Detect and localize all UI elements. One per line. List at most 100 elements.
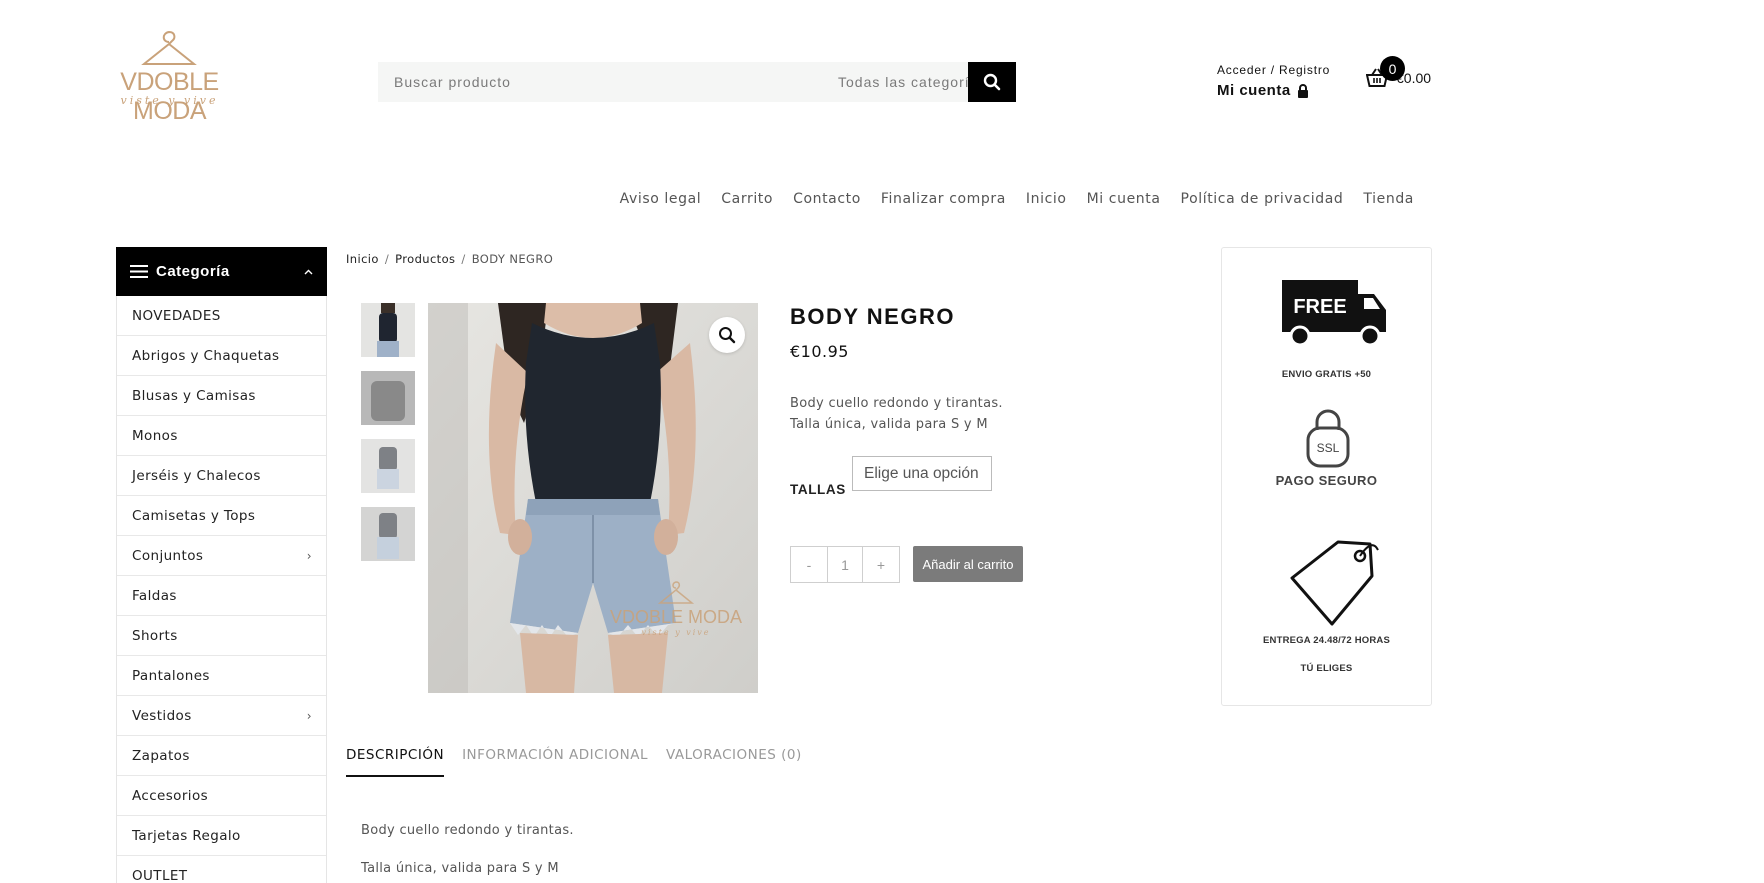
sidebar-item-blusas-y-camisas[interactable]: Blusas y Camisas	[117, 376, 326, 416]
product-photo: VDOBLE MODA viste y vive	[428, 303, 758, 693]
delivery-caption: ENTREGA 24.48/72 HORAS	[1262, 635, 1391, 646]
sizes-label: TALLAS	[790, 482, 846, 497]
secure-payment-caption: PAGO SEGURO	[1275, 473, 1378, 488]
sidebar-item-camisetas-y-tops[interactable]: Camisetas y Tops	[117, 496, 326, 536]
chevron-right-icon[interactable]: ›	[307, 549, 312, 563]
tab-informacion-adicional[interactable]: INFORMACIÓN ADICIONAL	[462, 747, 648, 777]
breadcrumb-current: BODY NEGRO	[471, 252, 554, 266]
sidebar-item-abrigos-y-chaquetas[interactable]: Abrigos y Chaquetas	[117, 336, 326, 376]
nav-aviso-legal[interactable]: Aviso legal	[620, 191, 702, 207]
tab-content: Body cuello redondo y tirantas. Talla ún…	[361, 823, 574, 883]
sidebar-item-label: Tarjetas Regalo	[132, 827, 241, 844]
nav-politica-privacidad[interactable]: Política de privacidad	[1181, 191, 1344, 207]
sidebar-item-tarjetas-regalo[interactable]: Tarjetas Regalo	[117, 816, 326, 856]
search-bar: Todas las categorías	[378, 62, 1016, 102]
add-to-cart-button[interactable]: Añadir al carrito	[913, 546, 1023, 582]
my-account-label[interactable]: Mi cuenta	[1217, 82, 1291, 99]
nav-carrito[interactable]: Carrito	[721, 191, 773, 207]
breadcrumb-products[interactable]: Productos	[395, 252, 455, 266]
ssl-lock-icon: SSL	[1306, 409, 1350, 468]
sidebar-item-zapatos[interactable]: Zapatos	[117, 736, 326, 776]
sidebar-item-label: Camisetas y Tops	[132, 507, 256, 524]
sidebar-item-label: OUTLET	[132, 867, 188, 883]
product-thumbnail[interactable]	[361, 439, 415, 493]
sidebar-item-jerséis-y-chalecos[interactable]: Jerséis y Chalecos	[117, 456, 326, 496]
site-logo[interactable]: VDOBLE MODA viste y vive	[102, 28, 237, 125]
search-category-select[interactable]: Todas las categorías	[836, 74, 968, 90]
nav-inicio[interactable]: Inicio	[1026, 191, 1067, 207]
account-link[interactable]: Acceder / Registro Mi cuenta	[1217, 63, 1330, 99]
quantity-increase-button[interactable]: +	[863, 547, 899, 582]
main-navigation: Aviso legal Carrito Contacto Finalizar c…	[620, 191, 1414, 207]
price-tag-icon	[1290, 540, 1379, 626]
product-thumbnail[interactable]	[361, 507, 415, 561]
hanger-icon	[141, 30, 197, 65]
sidebar-item-pantalones[interactable]: Pantalones	[117, 656, 326, 696]
lock-icon	[1297, 83, 1308, 98]
product-short-description: Body cuello redondo y tirantas. Talla ún…	[790, 393, 1003, 435]
login-register-link[interactable]: Acceder / Registro	[1217, 63, 1330, 77]
sidebar-item-conjuntos[interactable]: Conjuntos ›	[117, 536, 326, 576]
category-sidebar: Categoría NOVEDADES Abrigos y Chaquetas Bl…	[116, 247, 327, 883]
sidebar-item-faldas[interactable]: Faldas	[117, 576, 326, 616]
category-list: NOVEDADES Abrigos y Chaquetas Blusas y Cam…	[116, 296, 327, 883]
sidebar-item-shorts[interactable]: Shorts	[117, 616, 326, 656]
sidebar-item-label: Accesorios	[132, 787, 209, 804]
product-title: BODY NEGRO	[790, 304, 955, 329]
sidebar-item-outlet[interactable]: OUTLET	[117, 856, 326, 883]
delivery-subcaption: TÚ ELIGES	[1300, 663, 1353, 674]
breadcrumb-home[interactable]: Inicio	[346, 252, 379, 266]
breadcrumb-separator: /	[384, 252, 390, 266]
nav-mi-cuenta[interactable]: Mi cuenta	[1087, 191, 1161, 207]
size-select[interactable]: Elige una opción	[852, 456, 992, 491]
zoom-button[interactable]	[709, 317, 745, 353]
sidebar-item-label: Blusas y Camisas	[132, 387, 256, 404]
tab-content-line: Talla única, valida para S y M	[361, 861, 559, 876]
sidebar-item-label: Vestidos	[132, 707, 192, 724]
sidebar-item-accesorios[interactable]: Accesorios	[117, 776, 326, 816]
sidebar-item-label: NOVEDADES	[132, 307, 221, 324]
product-thumbnail[interactable]	[361, 303, 415, 357]
zoom-icon	[719, 327, 736, 344]
quantity-input[interactable]: 1	[827, 547, 863, 582]
free-shipping-caption: ENVIO GRATIS +50	[1281, 369, 1372, 380]
category-title: Categoría	[156, 263, 230, 280]
quantity-stepper: - 1 +	[790, 546, 900, 583]
nav-tienda[interactable]: Tienda	[1363, 191, 1414, 207]
free-shipping-truck-icon: FREE	[1282, 280, 1386, 347]
menu-icon	[130, 265, 148, 278]
product-main-image[interactable]: VDOBLE MODA viste y vive	[428, 303, 758, 693]
mini-cart[interactable]: 0 €0.00	[1366, 56, 1431, 88]
sidebar-item-vestidos[interactable]: Vestidos ›	[117, 696, 326, 736]
sidebar-item-label: Jerséis y Chalecos	[132, 467, 261, 484]
product-price: €10.95	[790, 342, 849, 361]
search-input[interactable]	[378, 62, 836, 102]
product-thumbnails	[361, 303, 415, 575]
breadcrumb: Inicio / Productos / BODY NEGRO	[346, 252, 553, 266]
cart-count-badge: 0	[1380, 56, 1405, 81]
quantity-decrease-button[interactable]: -	[791, 547, 827, 582]
ssl-label: SSL	[1317, 441, 1340, 455]
nav-contacto[interactable]: Contacto	[793, 191, 861, 207]
sidebar-item-novedades[interactable]: NOVEDADES	[117, 296, 326, 336]
tab-content-line: Body cuello redondo y tirantas.	[361, 823, 574, 838]
description-line: Body cuello redondo y tirantas.	[790, 396, 1003, 411]
shipping-info-banner: FREE ENVIO GRATIS +50 SSL PAGO SEGURO EN…	[1221, 247, 1432, 706]
free-label: FREE	[1293, 296, 1346, 318]
sidebar-item-monos[interactable]: Monos	[117, 416, 326, 456]
sidebar-item-label: Zapatos	[132, 747, 190, 764]
image-watermark: VDOBLE MODA	[610, 607, 742, 627]
logo-tagline: viste y vive	[120, 94, 219, 107]
search-icon	[983, 73, 1001, 91]
category-header[interactable]: Categoría	[116, 247, 327, 296]
tab-descripcion[interactable]: DESCRIPCIÓN	[346, 747, 445, 777]
tab-valoraciones[interactable]: VALORACIONES (0)	[666, 747, 802, 777]
sidebar-item-label: Pantalones	[132, 667, 210, 684]
breadcrumb-separator: /	[461, 252, 466, 266]
sidebar-item-label: Abrigos y Chaquetas	[132, 347, 280, 364]
product-thumbnail[interactable]	[361, 371, 415, 425]
nav-finalizar-compra[interactable]: Finalizar compra	[881, 191, 1006, 207]
chevron-right-icon[interactable]: ›	[307, 709, 312, 723]
search-button[interactable]	[968, 62, 1016, 102]
sidebar-item-label: Monos	[132, 427, 178, 444]
